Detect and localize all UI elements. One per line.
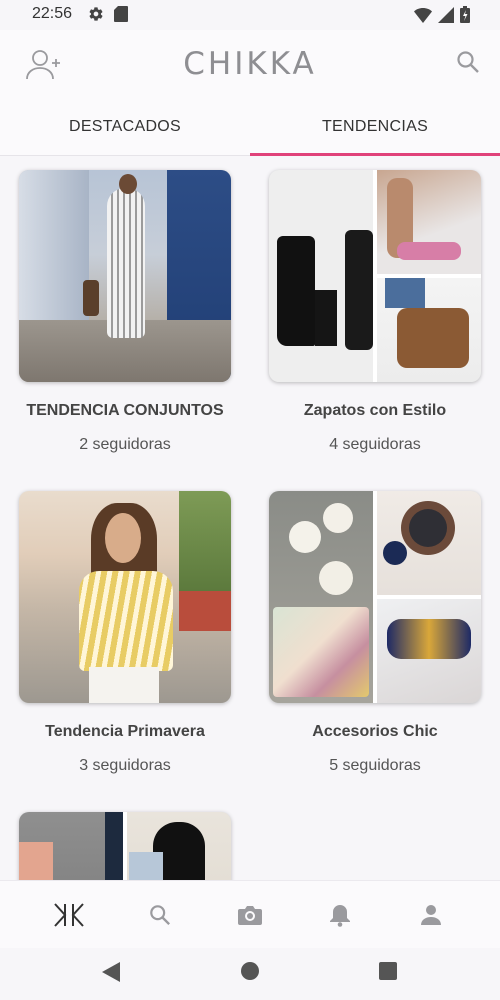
status-bar: 22:56 (0, 0, 500, 30)
recents-icon[interactable] (379, 962, 397, 980)
chikka-logo-icon (54, 902, 84, 927)
collection-title: Zapatos con Estilo (303, 402, 447, 419)
collection-image[interactable] (269, 170, 481, 382)
tab-destacados[interactable]: DESTACADOS (0, 98, 250, 155)
collection-image[interactable] (269, 491, 481, 703)
collection-followers: 2 seguidoras (79, 436, 171, 453)
collection-card[interactable]: TENDENCIA CONJUNTOS 2 seguidoras (19, 170, 231, 454)
collection-card[interactable] (19, 812, 231, 880)
battery-icon (460, 6, 470, 23)
collection-card[interactable]: Accesorios Chic 5 seguidoras (269, 491, 481, 775)
camera-icon (237, 905, 262, 925)
collection-followers: 4 seguidoras (329, 436, 421, 453)
collection-title: TENDENCIA CONJUNTOS (26, 402, 224, 419)
collection-title: Accesorios Chic (312, 723, 438, 740)
sd-card-icon (114, 6, 128, 22)
collections-grid: TENDENCIA CONJUNTOS 2 seguidoras Zapatos… (0, 156, 500, 880)
collection-image[interactable] (19, 812, 231, 880)
system-nav-bar (0, 948, 500, 1000)
wifi-icon (414, 7, 432, 23)
bottom-nav (0, 880, 500, 948)
collection-image[interactable] (19, 170, 231, 382)
app-header: CHIKKA (0, 30, 500, 98)
nav-profile[interactable] (411, 895, 451, 935)
header-search-button[interactable] (456, 50, 480, 79)
tab-bar: DESTACADOS TENDENCIAS (0, 98, 500, 156)
collection-card[interactable]: Zapatos con Estilo 4 seguidoras (269, 170, 481, 454)
search-icon (149, 904, 170, 925)
collection-card[interactable]: Tendencia Primavera 3 seguidoras (19, 491, 231, 775)
nav-notifications[interactable] (320, 895, 360, 935)
bell-icon (330, 904, 351, 927)
settings-gear-icon (89, 7, 103, 21)
profile-icon (420, 904, 441, 925)
home-icon[interactable] (241, 962, 259, 980)
nav-home[interactable] (49, 895, 89, 935)
tab-tendencias[interactable]: TENDENCIAS (250, 98, 500, 156)
nav-search[interactable] (140, 895, 180, 935)
nav-camera[interactable] (230, 895, 270, 935)
status-time: 22:56 (32, 5, 73, 22)
app-logo: CHIKKA (183, 46, 317, 82)
cell-signal-icon (438, 6, 454, 23)
collection-followers: 5 seguidoras (329, 757, 421, 774)
collection-title: Tendencia Primavera (45, 723, 205, 740)
collection-followers: 3 seguidoras (79, 757, 171, 774)
back-icon[interactable] (102, 962, 120, 982)
collection-image[interactable] (19, 491, 231, 703)
search-icon (457, 51, 479, 73)
